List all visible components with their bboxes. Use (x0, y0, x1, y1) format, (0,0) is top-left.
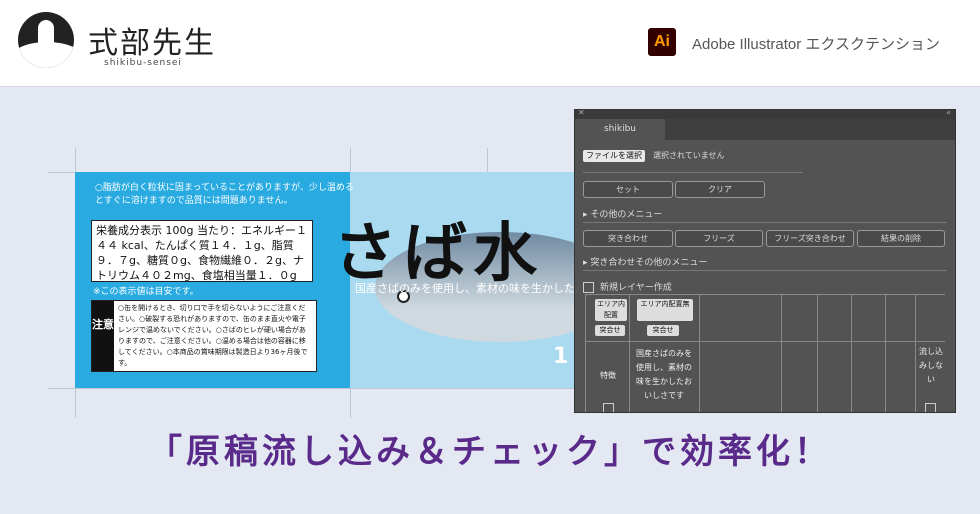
standard-note: ※この表示値は目安です。 (93, 287, 199, 297)
close-icon[interactable]: ✕ (578, 110, 585, 117)
delete-results-button[interactable]: 結果の削除 (857, 230, 945, 247)
panel-titlebar: ✕ « (575, 110, 955, 119)
other-menu-toggle[interactable]: ▸ その他のメニュー (583, 207, 662, 220)
divider (583, 172, 803, 173)
label-number: 1 (553, 344, 569, 369)
collapse-icon[interactable]: « (946, 110, 951, 117)
freeze-button[interactable]: フリーズ (675, 230, 763, 247)
set-button[interactable]: セット (583, 181, 673, 198)
clear-button[interactable]: クリア (675, 181, 765, 198)
shikibu-panel: ✕ « shikibu ファイルを選択 選択されていません セット クリア ▸ … (574, 109, 956, 413)
freeze-compare-button[interactable]: フリーズ突き合わせ (766, 230, 854, 247)
grid-line (915, 295, 916, 412)
caution-box: 注意 ○缶を開けるとき、切り口で手を切らないようにご注意ください。○破裂する恐れ… (91, 300, 317, 372)
new-layer-label: 新規レイヤー作成 (600, 283, 672, 293)
new-layer-checkbox[interactable] (583, 282, 594, 293)
grid-line (699, 295, 700, 412)
grid-line (817, 295, 818, 412)
fat-note: ○脂肪が白く粒状に固まっていることがありますが、少し温めるとすぐに溶けますので品… (95, 183, 354, 206)
extension-label: Adobe Illustrator エクスクテンション (692, 36, 940, 53)
panel-tabbar: shikibu (575, 119, 955, 140)
tab-shikibu[interactable]: shikibu (575, 119, 665, 140)
grid-line (629, 295, 630, 412)
source-text-cell: 国産さばのみを使用し、素材の味を生かしたおいしさです (636, 349, 692, 400)
catchcopy-text: 国産さばのみを使用し、素材の味を生かした (355, 282, 575, 295)
brand-logo-icon (18, 12, 74, 68)
divider (583, 222, 947, 223)
grid-line (585, 341, 945, 342)
compare-grid: エリア内配置 突合せ エリア内配置無 突合せ 特徴 国産さばのみを使用し、素材の… (585, 294, 945, 412)
file-status: 選択されていません (653, 151, 725, 160)
compare-cell-button[interactable]: 突合せ (647, 325, 679, 336)
area-placement-button[interactable]: エリア内配置 (595, 299, 627, 321)
illustrator-icon: Ai (648, 28, 676, 56)
site-header: 式部先生 shikibu-sensei Ai Adobe Illustrator… (0, 0, 980, 87)
row-label: 特徴 (600, 371, 616, 380)
brand-name: 式部先生 (88, 26, 216, 61)
guide-line (48, 388, 608, 389)
choose-file-button[interactable]: ファイルを選択 (583, 150, 645, 162)
compare-cell-button[interactable]: 突合せ (595, 325, 625, 336)
caution-text: ○缶を開けるとき、切り口で手を切らないようにご注意ください。○破裂する恐れがあり… (118, 304, 308, 367)
grid-line (781, 295, 782, 412)
label-artwork: さば水 国産さばのみを使用し、素材の味を生かした 1 ○脂肪が白く粒状に固まって… (75, 172, 595, 388)
compare-button[interactable]: 突き合わせ (583, 230, 673, 247)
no-flow-label: 流し込みしない (919, 347, 943, 384)
row-checkbox[interactable] (603, 403, 614, 412)
grid-line (585, 295, 586, 412)
new-layer-option[interactable]: 新規レイヤー作成 (583, 280, 672, 293)
caution-tag: 注意 (92, 301, 114, 371)
divider (583, 270, 947, 271)
no-flow-checkbox[interactable] (925, 403, 936, 412)
area-none-button[interactable]: エリア内配置無 (637, 299, 693, 321)
brand-subtitle: shikibu-sensei (104, 58, 182, 68)
grid-line (851, 295, 852, 412)
nutrition-box: 栄養成分表示 100g 当たり：エネルギー１４４ kcal、たんぱく質１４．１g… (91, 220, 313, 282)
grid-line (885, 295, 886, 412)
headline: 「原稿流し込み＆チェック」で効率化！ (148, 432, 832, 472)
compare-menu-toggle[interactable]: ▸ 突き合わせその他のメニュー (583, 255, 707, 268)
